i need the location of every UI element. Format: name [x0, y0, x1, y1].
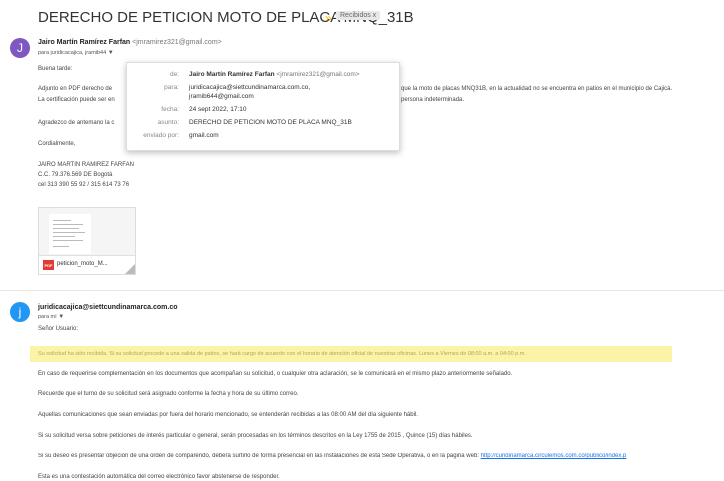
signature-name: JAIRO MARTIN RAMIREZ FARFAN: [38, 162, 134, 168]
page-fold-icon: [125, 264, 135, 274]
chevron-down-icon[interactable]: ▼: [108, 50, 114, 56]
message-divider: [0, 290, 724, 291]
highlighted-notice-text: Su solicitud ha sido recibida. Si su sol…: [38, 351, 526, 357]
body-line: Recuerde que el turno de su solicitud se…: [38, 391, 299, 397]
sender-email: <jmramirez321@gmail.com>: [132, 39, 222, 46]
attachment-footer: PDF peticion_moto_M...: [39, 255, 135, 274]
greeting: Buena tarde:: [38, 66, 73, 72]
body-line: Si su deseo es presentar objeción de una…: [38, 453, 627, 459]
attachment-card[interactable]: PDF peticion_moto_M...: [38, 207, 136, 275]
body-line: Si su solicitud versa sobre peticiones d…: [38, 433, 473, 439]
importance-marker-icon[interactable]: »: [325, 11, 332, 25]
closing: Cordialmente,: [38, 141, 76, 147]
body-line: Aquellas comunicaciones que sean enviada…: [38, 412, 418, 418]
body-line: persona indeterminada.: [401, 97, 465, 103]
body-line: Esta es una contestación automática del …: [38, 474, 280, 480]
sender-email[interactable]: juridicacajica@siettcundinamarca.com.co: [38, 304, 178, 311]
pdf-file-icon: PDF: [43, 260, 54, 270]
attachment-filename: peticion_moto_M...: [57, 261, 108, 267]
recipients-line: para juridicacajica, jramib44: [38, 50, 107, 56]
signature-phone: cel 313 390 55 92 / 315 614 73 76: [38, 182, 130, 188]
sender-name: Jairo Martín Ramírez Farfan: [38, 39, 131, 46]
recipients-line: para mí: [38, 314, 57, 320]
sender-avatar[interactable]: J: [10, 38, 30, 58]
body-line: La certificación puede ser en: [38, 97, 115, 103]
signature-id: C.C. 79.376.569 DE Bogotá: [38, 172, 113, 178]
salutation: Señor Usuario:: [38, 326, 79, 332]
attachment-preview: [49, 214, 91, 254]
sender-avatar[interactable]: j: [10, 302, 30, 322]
recipients-toggle[interactable]: para juridicacajica, jramib44 ▼: [38, 50, 114, 56]
body-line: Agradezco de antemano la c: [38, 120, 115, 126]
message-details-popup: de: Jairo Martín Ramírez Farfan <jmramir…: [126, 62, 400, 151]
body-line: que la moto de placas MNQ31B, en la actu…: [401, 86, 673, 92]
recipients-toggle[interactable]: para mí ▼: [38, 314, 64, 320]
inbox-label-chip[interactable]: Recibidos x: [336, 11, 381, 20]
web-link[interactable]: http://cundinamarca.circulemos.com.co/pu…: [481, 453, 627, 459]
body-line: Adjunto en PDF derecho de: [38, 86, 113, 92]
body-line: En caso de requerirse complementación en…: [38, 371, 513, 377]
chevron-down-icon[interactable]: ▼: [58, 314, 64, 320]
sender-line[interactable]: Jairo Martín Ramírez Farfan <jmramirez32…: [38, 39, 222, 46]
